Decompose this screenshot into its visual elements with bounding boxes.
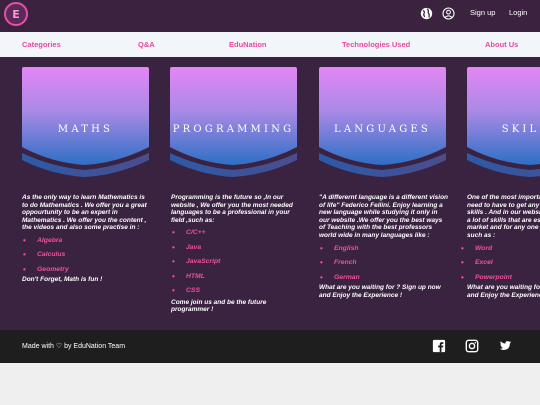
maths-card[interactable]: MATHS [22,67,149,177]
logo-letter: E [12,7,20,21]
maths-card-art [22,67,149,177]
nav-edunation[interactable]: EduNation [229,40,267,49]
list-item[interactable]: Word [460,244,540,260]
facebook-icon[interactable] [432,339,446,353]
list-item[interactable]: English [319,244,449,260]
skills-card[interactable]: SKILLS [467,67,540,177]
skills-topic-list: Word Excel Powerpoint [460,244,540,289]
list-item[interactable]: German [319,273,449,289]
card-title-languages: LANGUAGES [334,124,431,135]
list-item[interactable]: CSS [171,286,301,302]
nav-categories[interactable]: Categories [22,40,61,49]
languages-card-art [319,67,446,177]
list-item[interactable]: Calculus [22,251,152,266]
programming-card-art [170,67,297,177]
languages-topic-list: English French German [319,244,449,289]
list-item[interactable]: C/C++ [171,228,301,244]
skills-paragraph: One of the most important things you nee… [467,194,540,239]
maths-description: As the only way to learn Mathematics is … [22,194,152,284]
nav-technologies-used[interactable]: Technologies Used [342,40,410,49]
list-item[interactable]: Java [171,243,301,259]
category-nav: Categories Q&A EduNation Technologies Us… [0,32,540,57]
skills-card-art [467,67,540,177]
instagram-icon[interactable] [465,339,479,353]
maths-topic-list: Algebra Calculus Geometry [22,236,152,281]
programming-description: Programming is the future so ,In our web… [171,194,301,314]
list-item[interactable]: HTML [171,272,301,288]
card-title-programming: PROGRAMMING [172,124,295,135]
languages-paragraph: "A differernt language is a different vi… [319,194,449,239]
programming-paragraph: Programming is the future so ,In our web… [171,194,293,224]
footer: Made with ♡ by EduNation Team [0,330,540,363]
signup-link[interactable]: Sign up [470,8,495,17]
card-title-skills: SKILLS [501,124,540,135]
languages-description: "A differernt language is a different vi… [319,194,449,299]
programming-card[interactable]: PROGRAMMING [170,67,297,177]
user-circle-icon[interactable] [442,7,455,20]
skills-description: One of the most important things you nee… [461,194,540,299]
nav-about-us[interactable]: About Us [485,40,518,49]
globe-icon[interactable] [420,7,433,20]
list-item[interactable]: Excel [460,258,540,274]
nav-qa[interactable]: Q&A [138,40,155,49]
login-link[interactable]: Login [509,8,527,17]
languages-card[interactable]: LANGUAGES [319,67,446,177]
top-bar: E Sign up Login [0,0,540,32]
list-item[interactable]: Algebra [22,236,152,252]
programming-topic-list: C/C++ Java JavaScript HTML CSS [171,228,301,302]
footer-credit: Made with ♡ by EduNation Team [22,343,126,350]
list-item[interactable]: French [319,258,449,274]
courses-section: MATHS PROGRAMMING LANGUAGES SKILLS As th… [0,57,540,330]
list-item[interactable]: Geometry [22,265,152,281]
list-item[interactable]: Powerpoint [460,273,540,289]
twitter-icon[interactable] [498,339,512,353]
card-title-maths: MATHS [57,124,114,135]
list-item[interactable]: JavaScript [171,257,301,273]
site-logo[interactable]: E [4,2,28,26]
maths-paragraph: As the only way to learn Mathematics is … [22,194,147,232]
